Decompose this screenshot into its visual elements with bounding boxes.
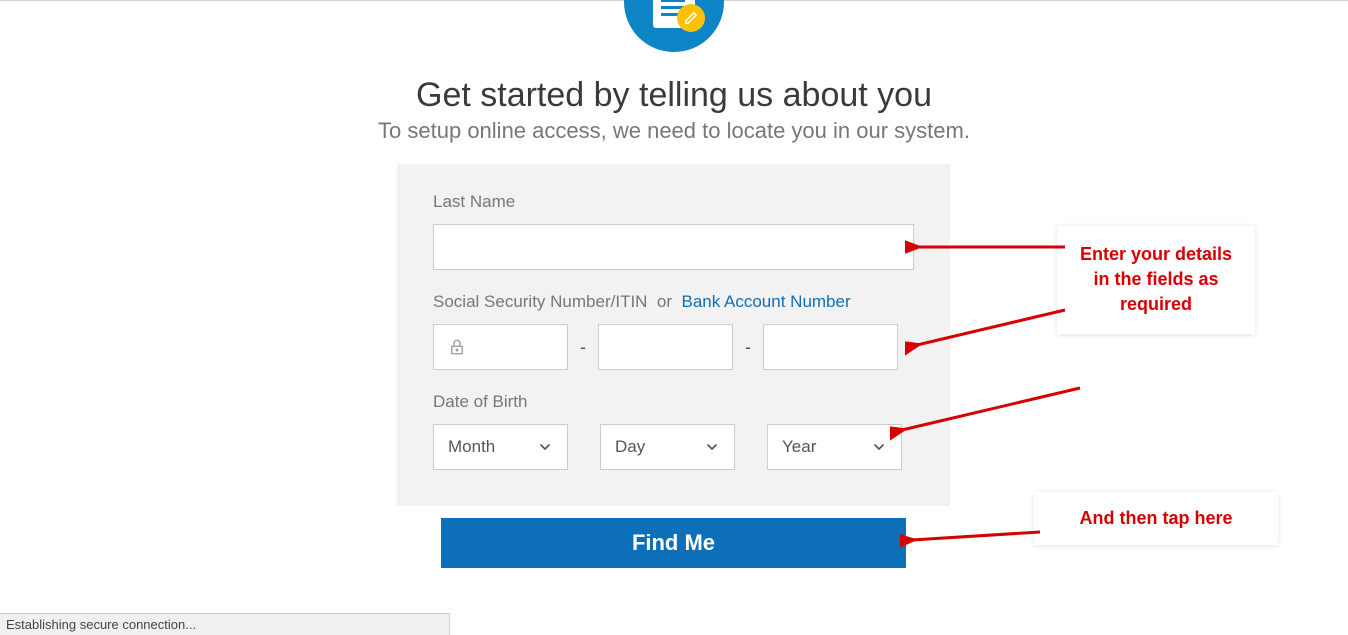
ssn-label-row: Social Security Number/ITIN or Bank Acco…	[433, 292, 914, 312]
day-select-label: Day	[615, 437, 645, 457]
dob-label: Date of Birth	[433, 392, 914, 412]
ssn-label-text: Social Security Number/ITIN	[433, 292, 647, 311]
ssn-input-1[interactable]	[433, 324, 568, 370]
chevron-down-icon	[537, 439, 553, 455]
form-panel: Last Name Social Security Number/ITIN or…	[397, 164, 950, 506]
annotation-tap-box: And then tap here	[1034, 492, 1278, 545]
header-icon-circle	[624, 0, 724, 52]
dob-row: Month Day Year	[433, 424, 914, 470]
status-bar: Establishing secure connection...	[0, 613, 450, 635]
year-select-label: Year	[782, 437, 816, 457]
ssn-input-row: - -	[433, 324, 914, 370]
bank-account-link[interactable]: Bank Account Number	[681, 292, 850, 311]
ssn-dash-2: -	[745, 337, 751, 358]
ssn-input-3[interactable]	[763, 324, 898, 370]
day-select[interactable]: Day	[600, 424, 735, 470]
annotation-details-box: Enter your details in the fields as requ…	[1057, 226, 1255, 334]
year-select[interactable]: Year	[767, 424, 902, 470]
last-name-input[interactable]	[433, 224, 914, 270]
page-subheading: To setup online access, we need to locat…	[0, 118, 1348, 144]
page-heading: Get started by telling us about you	[0, 76, 1348, 115]
month-select-label: Month	[448, 437, 495, 457]
find-me-button[interactable]: Find Me	[441, 518, 906, 568]
chevron-down-icon	[871, 439, 887, 455]
ssn-or-text: or	[657, 292, 672, 311]
chevron-down-icon	[704, 439, 720, 455]
last-name-label: Last Name	[433, 192, 914, 212]
ssn-input-2[interactable]	[598, 324, 733, 370]
ssn-dash-1: -	[580, 337, 586, 358]
lock-icon	[448, 338, 466, 356]
pencil-badge-icon	[677, 4, 705, 32]
clipboard-icon	[653, 0, 695, 28]
annotation-arrow-4	[900, 522, 1045, 552]
month-select[interactable]: Month	[433, 424, 568, 470]
